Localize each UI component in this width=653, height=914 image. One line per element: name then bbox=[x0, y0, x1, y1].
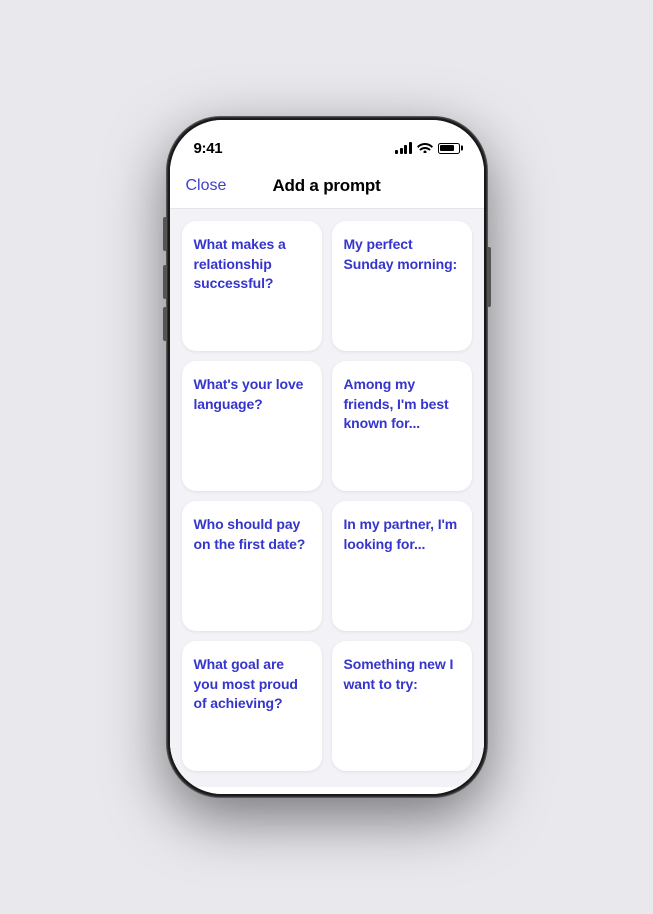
prompt-text-1: What makes a relationship successful? bbox=[194, 236, 286, 291]
prompt-text-6: In my partner, I'm looking for... bbox=[344, 516, 458, 552]
signal-icon bbox=[395, 142, 412, 154]
battery-fill bbox=[440, 145, 454, 151]
status-bar: 9:41 bbox=[170, 120, 484, 164]
prompt-card-7[interactable]: What goal are you most proud of achievin… bbox=[182, 641, 322, 771]
prompt-text-5: Who should pay on the first date? bbox=[194, 516, 306, 552]
nav-bar: Close Add a prompt bbox=[170, 164, 484, 209]
prompt-card-4[interactable]: Among my friends, I'm best known for... bbox=[332, 361, 472, 491]
prompt-card-8[interactable]: Something new I want to try: bbox=[332, 641, 472, 771]
prompt-card-2[interactable]: My perfect Sunday morning: bbox=[332, 221, 472, 351]
prompts-grid: What makes a relationship successful? My … bbox=[182, 221, 472, 771]
status-icons bbox=[395, 141, 460, 155]
prompts-container: What makes a relationship successful? My … bbox=[170, 209, 484, 787]
prompt-text-4: Among my friends, I'm best known for... bbox=[344, 376, 449, 431]
prompt-card-5[interactable]: Who should pay on the first date? bbox=[182, 501, 322, 631]
page-title: Add a prompt bbox=[272, 176, 380, 196]
battery-icon bbox=[438, 143, 460, 154]
phone-frame: 9:41 Close bbox=[167, 117, 487, 797]
prompt-text-7: What goal are you most proud of achievin… bbox=[194, 656, 298, 711]
wifi-icon bbox=[417, 141, 433, 155]
prompt-text-2: My perfect Sunday morning: bbox=[344, 236, 458, 272]
close-button[interactable]: Close bbox=[186, 177, 227, 195]
app-content: Close Add a prompt What makes a relation… bbox=[170, 164, 484, 794]
prompt-text-8: Something new I want to try: bbox=[344, 656, 454, 692]
prompt-card-3[interactable]: What's your love language? bbox=[182, 361, 322, 491]
prompt-card-1[interactable]: What makes a relationship successful? bbox=[182, 221, 322, 351]
status-time: 9:41 bbox=[194, 140, 223, 157]
prompt-text-3: What's your love language? bbox=[194, 376, 304, 412]
prompt-card-6[interactable]: In my partner, I'm looking for... bbox=[332, 501, 472, 631]
phone-screen: 9:41 Close bbox=[170, 120, 484, 794]
